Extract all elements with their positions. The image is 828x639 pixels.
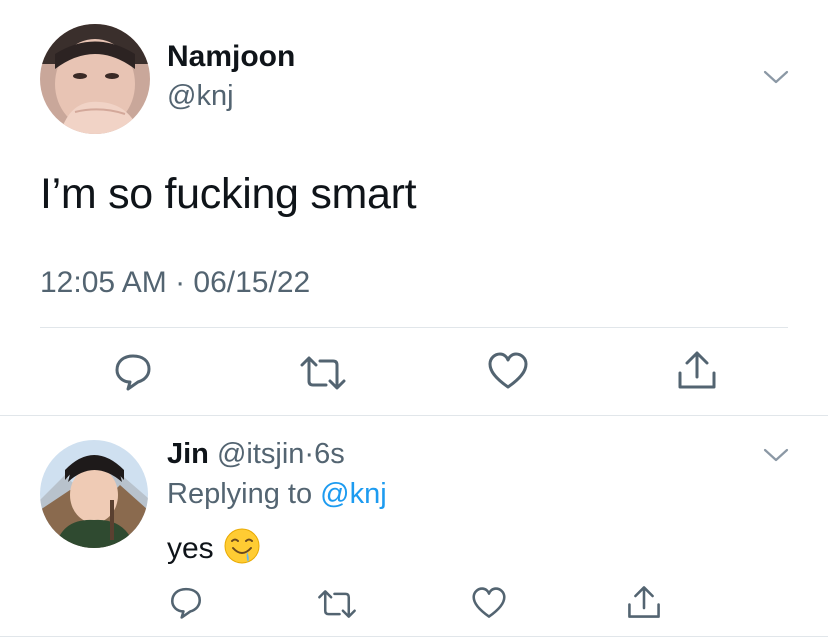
reply-author-avatar[interactable] [40,440,148,548]
like-icon[interactable] [471,586,507,620]
tweet-text: I’m so fucking smart [40,170,417,218]
reply-age[interactable]: 6s [314,438,345,470]
chevron-down-icon[interactable] [762,446,790,464]
retweet-icon[interactable] [298,353,348,393]
retweet-icon[interactable] [316,587,358,621]
tweet-timestamp[interactable]: 12:05 AM · 06/15/22 [40,266,310,300]
author-avatar[interactable] [40,24,150,134]
divider [40,327,788,328]
reply-separator: · [304,438,315,470]
replying-to: Replying to @knj [167,478,387,511]
divider [0,415,828,416]
divider [0,636,828,637]
reply-text-body: yes [167,531,214,565]
author-display-name[interactable]: Namjoon [167,40,295,74]
replying-to-mention[interactable]: @knj [320,478,387,510]
share-icon[interactable] [675,349,719,391]
like-icon[interactable] [487,351,529,391]
replying-to-label: Replying to [167,478,321,510]
chevron-down-icon[interactable] [762,68,790,86]
share-icon[interactable] [625,584,663,620]
author-handle[interactable]: @knj [167,80,234,113]
reply-icon[interactable] [168,584,204,620]
reply-header: Jin @itsjin·6s [167,438,345,471]
reply-author-display-name[interactable]: Jin [167,438,209,470]
reply-text: yes [167,528,260,572]
drooling-face-emoji-icon [224,528,260,572]
reply-icon[interactable] [112,350,154,392]
reply-author-handle[interactable]: @itsjin [217,438,304,470]
